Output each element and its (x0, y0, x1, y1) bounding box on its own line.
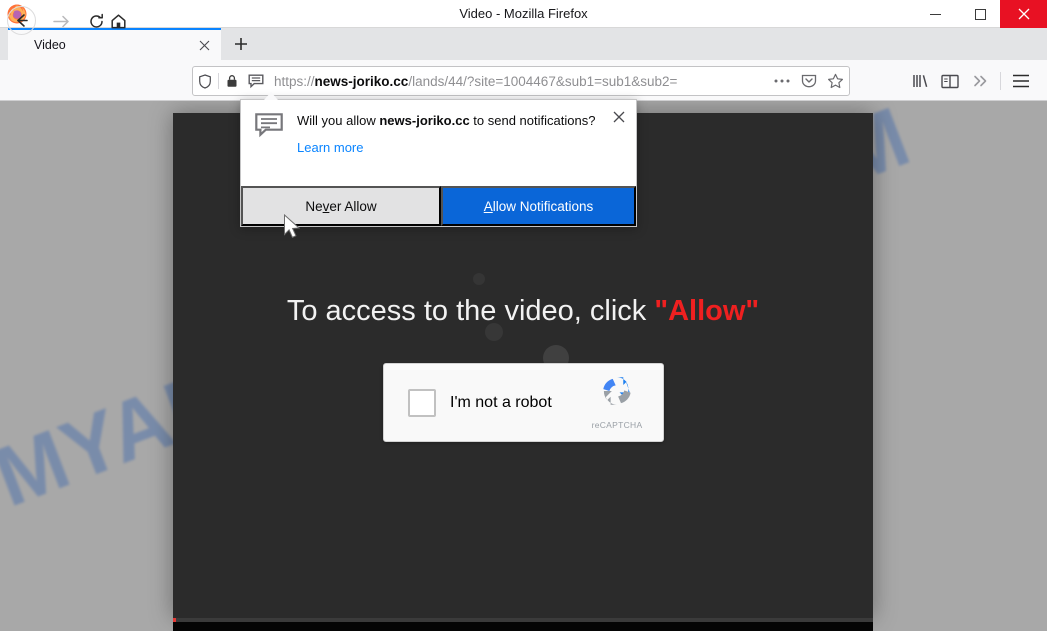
url-host: news-joriko.cc (314, 73, 409, 89)
hamburger-menu-icon[interactable] (1006, 66, 1036, 96)
notification-permission-icon[interactable] (244, 74, 268, 89)
recaptcha-brand-label: reCAPTCHA (591, 420, 643, 430)
toolbar-divider (1000, 72, 1001, 90)
url-text[interactable]: https://news-joriko.cc/lands/44/?site=10… (268, 74, 768, 89)
player-toolbar: 00:00 / 6:45 (173, 622, 873, 631)
window-title: Video - Mozilla Firefox (459, 6, 588, 21)
never-allow-pre: Ne (305, 198, 323, 214)
popup-close-icon[interactable] (608, 106, 630, 128)
player-controls-bar: 00:00 / 6:45 (173, 618, 873, 631)
page-headline: To access to the video, click "Allow" (173, 295, 873, 328)
recaptcha-brand: reCAPTCHA (579, 372, 655, 433)
allow-accesskey: A (483, 198, 493, 214)
title-bar: Video - Mozilla Firefox (0, 0, 1047, 28)
maximize-button[interactable] (960, 0, 1000, 28)
recaptcha-widget[interactable]: I'm not a robot reCAPTCHA (383, 363, 664, 442)
headline-text: To access to the video, click (286, 295, 655, 327)
url-scheme: https:// (274, 73, 315, 89)
library-icon[interactable] (905, 66, 935, 96)
checkbox-unchecked-icon[interactable] (408, 388, 436, 417)
decorative-dot (473, 273, 485, 285)
popup-message-prefix: Will you allow (297, 113, 380, 128)
allow-post: llow Notifications (492, 198, 594, 214)
chevron-double-right-icon[interactable] (965, 66, 995, 96)
headline-highlight: "Allow" (654, 295, 760, 327)
padlock-icon[interactable] (220, 74, 244, 88)
mouse-pointer-icon (283, 213, 303, 245)
never-allow-accesskey: v (322, 198, 330, 214)
recaptcha-logo-icon (598, 377, 636, 414)
recaptcha-label: I'm not a robot (450, 393, 552, 411)
new-tab-button[interactable] (225, 28, 257, 60)
browser-window: Video - Mozilla Firefox Video https://ne… (0, 0, 1047, 631)
tab-close-icon[interactable] (193, 34, 215, 56)
three-dots-icon[interactable] (768, 78, 795, 84)
urlbar-actions (768, 73, 849, 90)
tab-strip: Video (0, 28, 1047, 60)
tracking-protection-shield-icon[interactable] (193, 73, 217, 89)
never-allow-button[interactable]: Ne v er Allow (241, 186, 441, 226)
home-button[interactable] (104, 7, 132, 35)
pocket-save-icon[interactable] (795, 73, 822, 89)
never-allow-post: er Allow (329, 198, 377, 214)
close-button[interactable] (1000, 0, 1047, 28)
url-bar[interactable]: https://news-joriko.cc/lands/44/?site=10… (192, 66, 850, 96)
popup-message-suffix: to send notifications? (469, 113, 596, 128)
allow-notifications-button[interactable]: Allow Notifications (441, 186, 636, 226)
notification-permission-popup: Will you allow news-joriko.cc to send no… (240, 92, 637, 227)
toolbar-right-buttons (905, 66, 1036, 96)
urlbar-divider (218, 73, 219, 89)
speech-bubble-notification-icon (255, 113, 283, 139)
popup-message: Will you allow news-joriko.cc to send no… (297, 112, 597, 129)
tab-label: Video (34, 38, 66, 52)
learn-more-link[interactable]: Learn more (297, 140, 363, 155)
popup-message-host: news-joriko.cc (379, 113, 470, 128)
sidebar-icon[interactable] (935, 66, 965, 96)
popup-body: Will you allow news-joriko.cc to send no… (241, 100, 636, 187)
minimize-button[interactable] (915, 0, 955, 28)
url-path: /lands/44/?site=1004467&sub1=sub1&sub2= (408, 73, 678, 89)
forward-button[interactable] (46, 7, 74, 35)
back-button[interactable] (7, 6, 36, 35)
bookmark-star-icon[interactable] (822, 73, 849, 90)
